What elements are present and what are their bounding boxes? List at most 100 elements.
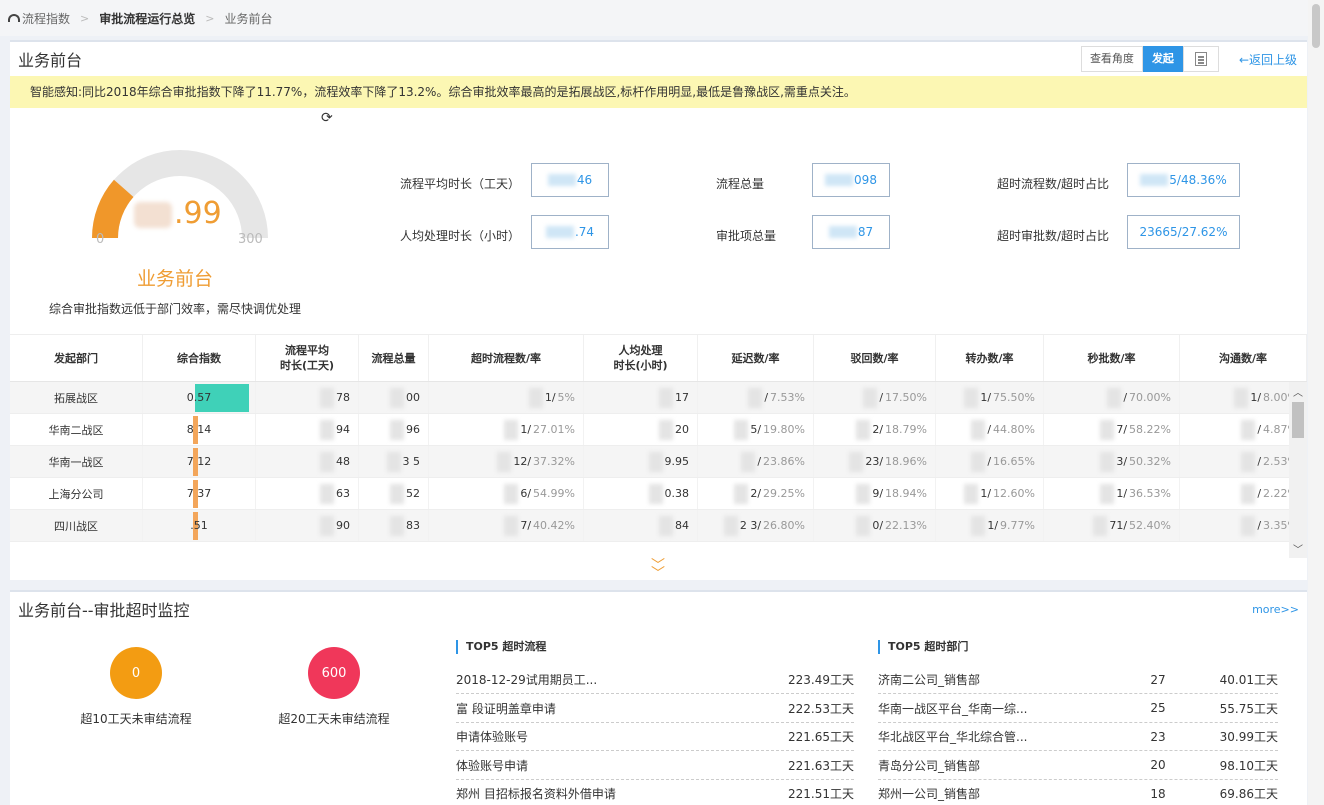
column-header[interactable]: 流程总量 bbox=[359, 335, 429, 381]
column-header[interactable]: 人均处理 时长(小时) bbox=[584, 335, 698, 381]
cell-reject: / 17.50% bbox=[814, 382, 936, 413]
cell-handle: 0.38 bbox=[584, 478, 698, 509]
delay-rate: 7.53% bbox=[770, 391, 805, 404]
breadcrumb-item-index[interactable]: 流程指数 bbox=[8, 10, 70, 27]
kpi-value-timeout-flows: 5/48.36% bbox=[1127, 163, 1240, 197]
total-value: 3 5 bbox=[402, 455, 421, 468]
top-dept-row[interactable]: 郑州一公司_销售部 18 69.86工天 bbox=[878, 780, 1278, 805]
dept-name[interactable]: 华北战区平台_华北综合管... bbox=[878, 728, 1128, 745]
page-scrollbar[interactable] bbox=[1308, 0, 1324, 805]
flow-name[interactable]: 2018-12-29试用期员工... bbox=[456, 671, 764, 688]
flow-duration: 222.53工天 bbox=[788, 701, 854, 716]
dept-name[interactable]: 华南一战区平台_华南一综... bbox=[878, 700, 1128, 717]
refresh-icon[interactable]: ⟳ bbox=[321, 110, 333, 126]
page-scroll-thumb[interactable] bbox=[1312, 4, 1320, 48]
table-body[interactable]: 拓展战区 0.57 78 00 1 / 5% 17 / 7.53% / 17.50% 1 /… bbox=[10, 382, 1307, 558]
instant-count: 71 bbox=[1109, 519, 1124, 532]
redaction bbox=[1241, 515, 1256, 536]
expand-double-chevron-icon[interactable]: ﹀ ﹀ bbox=[651, 559, 665, 581]
redaction bbox=[964, 387, 979, 408]
reject-count: 0 bbox=[872, 519, 880, 532]
over-20-days-circle[interactable]: 600 bbox=[308, 647, 360, 699]
separator: / bbox=[757, 455, 762, 468]
redaction bbox=[1107, 387, 1122, 408]
header-toolbar: 查看角度 发起 ←返回上级 bbox=[1080, 46, 1299, 72]
top-dept-row[interactable]: 华北战区平台_华北综合管... 23 30.99工天 bbox=[878, 723, 1278, 751]
breadcrumb-item-overview[interactable]: 审批流程运行总览 bbox=[99, 10, 195, 27]
top-dept-row[interactable]: 青岛分公司_销售部 20 98.10工天 bbox=[878, 752, 1278, 780]
table-row[interactable]: 上海分公司 7 37 63 52 6 / 54.99% 0.38 2 / 29.25% 9 /… bbox=[10, 478, 1307, 510]
timeout-rate: 37.32% bbox=[533, 455, 575, 468]
top-flow-row[interactable]: 申请体验账号 221.65工天 bbox=[456, 723, 854, 751]
top-dept-row[interactable]: 华南一战区平台_华南一综... 25 55.75工天 bbox=[878, 695, 1278, 723]
redaction bbox=[659, 387, 673, 408]
reject-rate: 17.50% bbox=[885, 391, 927, 404]
flow-duration: 221.63工天 bbox=[788, 758, 854, 773]
chevron-down-icon[interactable]: ﹀ bbox=[1289, 541, 1307, 556]
redaction bbox=[320, 451, 334, 472]
flow-name[interactable]: 申请体验账号 bbox=[456, 728, 764, 745]
timeout-rate: 40.42% bbox=[533, 519, 575, 532]
table-row[interactable]: 华南一战区 7 12 48 3 5 12 / 37.32% 9.95 / 23.86% 23… bbox=[10, 446, 1307, 478]
panel-header: 业务前台 查看角度 发起 ←返回上级 bbox=[10, 42, 1307, 76]
gauge-fill bbox=[91, 179, 134, 239]
cell-timeout: 1 / 27.01% bbox=[429, 414, 584, 445]
cell-reject: 23 / 18.96% bbox=[814, 446, 936, 477]
column-header[interactable]: 延迟数/率 bbox=[698, 335, 814, 381]
cell-timeout: 1 / 5% bbox=[429, 382, 584, 413]
table-scroll-thumb[interactable] bbox=[1292, 402, 1304, 438]
cell-reject: 2 / 18.79% bbox=[814, 414, 936, 445]
chevron-up-icon[interactable]: ︿ bbox=[1289, 384, 1307, 399]
view-angle-button[interactable]: 查看角度 bbox=[1080, 46, 1143, 72]
top-flow-row[interactable]: 2018-12-29试用期员工... 223.49工天 bbox=[456, 666, 854, 694]
cell-department: 上海分公司 bbox=[10, 478, 143, 509]
over-10-days-circle[interactable]: 0 bbox=[110, 647, 162, 699]
breadcrumb-label-index[interactable]: 流程指数 bbox=[22, 10, 70, 27]
flow-name[interactable]: 体验账号申请 bbox=[456, 757, 764, 774]
gauge-description: 综合审批指数远低于部门效率，需尽快调优处理 bbox=[48, 302, 301, 316]
dept-name[interactable]: 青岛分公司_销售部 bbox=[878, 757, 1128, 774]
instant-count: 1 bbox=[1116, 487, 1124, 500]
cell-avg: 78 bbox=[256, 382, 359, 413]
dept-name[interactable]: 济南二公司_销售部 bbox=[878, 671, 1128, 688]
instant-count: 3 bbox=[1116, 455, 1124, 468]
top-flow-row[interactable]: 富 段证明盖章申请 222.53工天 bbox=[456, 695, 854, 723]
transfer-rate: 75.50% bbox=[993, 391, 1035, 404]
column-header[interactable]: 转办数/率 bbox=[936, 335, 1044, 381]
cell-total: 96 bbox=[359, 414, 429, 445]
report-icon[interactable] bbox=[1182, 46, 1219, 72]
dept-name[interactable]: 郑州一公司_销售部 bbox=[878, 785, 1128, 802]
top-dept-row[interactable]: 济南二公司_销售部 27 40.01工天 bbox=[878, 666, 1278, 694]
kpi-label-timeout-approvals: 超时审批数/超时占比 bbox=[997, 229, 1110, 243]
top-flow-row[interactable]: 郑州 目招标报名资料外借申请 221.51工天 bbox=[456, 780, 854, 805]
table-row[interactable]: 拓展战区 0.57 78 00 1 / 5% 17 / 7.53% / 17.50% 1 /… bbox=[10, 382, 1307, 414]
cell-timeout: 7 / 40.42% bbox=[429, 510, 584, 541]
more-link[interactable]: more>> bbox=[1252, 603, 1299, 616]
dept-count: 20 bbox=[1150, 758, 1166, 772]
column-header[interactable]: 驳回数/率 bbox=[814, 335, 936, 381]
cell-total: 83 bbox=[359, 510, 429, 541]
flow-name[interactable]: 富 段证明盖章申请 bbox=[456, 700, 764, 717]
top-flow-row[interactable]: 体验账号申请 221.63工天 bbox=[456, 752, 854, 780]
table-row[interactable]: 华南二战区 8 14 94 96 1 / 27.01% 20 5 / 19.80% 2 / 1… bbox=[10, 414, 1307, 446]
redaction bbox=[863, 387, 878, 408]
transfer-rate: 16.65% bbox=[993, 455, 1035, 468]
column-header[interactable]: 秒批数/率 bbox=[1044, 335, 1180, 381]
index-value: 7 12 bbox=[186, 455, 212, 468]
table-header: 发起部门 综合指数 流程平均 时长(工天) 流程总量 超时流程数/率 人均处理 时长(小时… bbox=[10, 334, 1307, 382]
flow-name[interactable]: 郑州 目招标报名资料外借申请 bbox=[456, 785, 764, 802]
separator: / bbox=[527, 519, 532, 532]
column-header[interactable]: 超时流程数/率 bbox=[429, 335, 584, 381]
kpi-label-avg-duration: 流程平均时长（工天） bbox=[400, 177, 521, 191]
column-header[interactable]: 流程平均 时长(工天) bbox=[256, 335, 359, 381]
table-scrollbar[interactable]: ︿ ﹀ bbox=[1289, 382, 1307, 558]
handle-value: 20 bbox=[675, 423, 689, 436]
separator: / bbox=[987, 487, 992, 500]
column-header[interactable]: 发起部门 bbox=[10, 335, 143, 381]
table-row[interactable]: 四川战区 .51 90 83 7 / 40.42% 84 2 3 / 26.80% 0 / 2… bbox=[10, 510, 1307, 542]
column-header[interactable]: 综合指数 bbox=[143, 335, 256, 381]
back-link[interactable]: ←返回上级 bbox=[1239, 51, 1297, 68]
column-header[interactable]: 沟通数/率 bbox=[1180, 335, 1307, 381]
initiate-button[interactable]: 发起 bbox=[1142, 46, 1183, 72]
department-name: 四川战区 bbox=[54, 519, 98, 533]
